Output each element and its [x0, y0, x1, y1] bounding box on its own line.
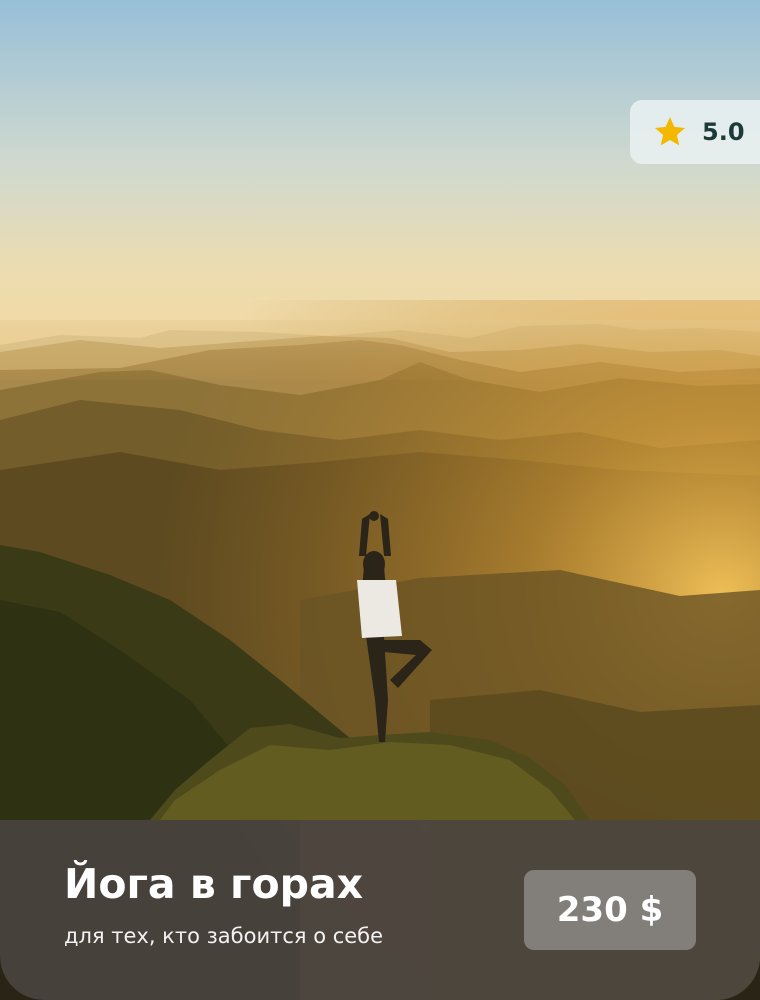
- star-icon: [655, 117, 685, 146]
- price-label: 230 $: [556, 890, 664, 930]
- rating-badge: 5.0: [630, 100, 760, 164]
- rating-value: 5.0: [702, 118, 745, 146]
- tour-title: Йога в горах: [64, 860, 364, 908]
- price-button[interactable]: 230 $: [524, 870, 696, 950]
- info-panel: Йога в горах для тех, кто забоится о себ…: [0, 820, 760, 1000]
- yoga-tour-card[interactable]: 5.0 Йога в горах для тех, кто забоится о…: [0, 0, 760, 1000]
- tour-subtitle: для тех, кто забоится о себе: [64, 924, 384, 948]
